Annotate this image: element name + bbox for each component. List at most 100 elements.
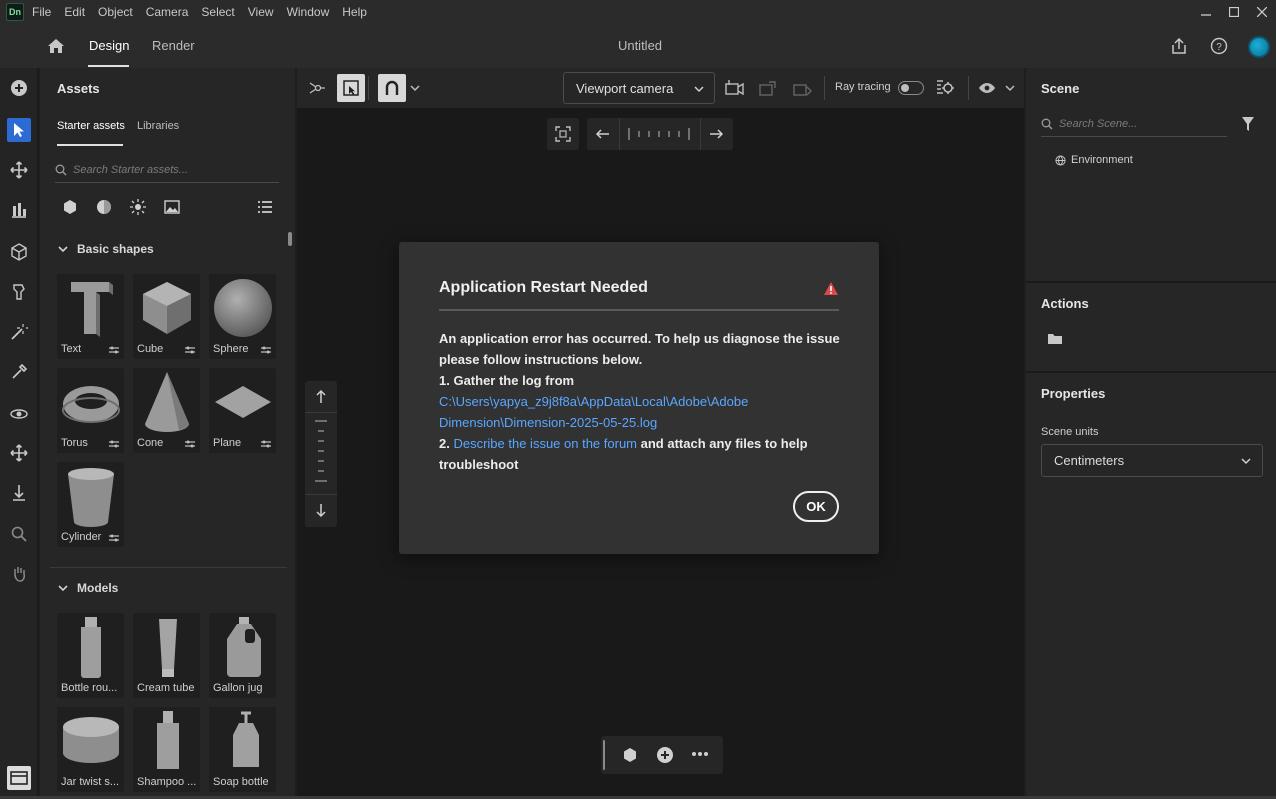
- scene-search-input[interactable]: Search Scene...: [1041, 111, 1227, 137]
- add-content-icon[interactable]: [7, 76, 31, 100]
- asset-options-icon[interactable]: [260, 345, 272, 355]
- tab-libraries[interactable]: Libraries: [137, 120, 179, 132]
- slider-divider: [305, 494, 337, 495]
- camera-rotate-slider[interactable]: [587, 118, 733, 150]
- help-icon[interactable]: ?: [1210, 37, 1228, 55]
- ok-button[interactable]: OK: [793, 491, 839, 522]
- share-icon[interactable]: [1170, 37, 1188, 55]
- avatar[interactable]: [1248, 36, 1270, 58]
- filter-images-icon[interactable]: [164, 199, 180, 218]
- zoom-icon[interactable]: [7, 522, 31, 546]
- menu-edit[interactable]: Edit: [64, 5, 85, 19]
- asset-options-icon[interactable]: [108, 439, 120, 449]
- asset-tile-bottle[interactable]: Bottle rou...: [57, 613, 124, 698]
- asset-tile-cube[interactable]: Cube: [133, 274, 200, 359]
- more-icon[interactable]: [691, 751, 709, 757]
- asset-tile-gallon-jug[interactable]: Gallon jug: [209, 613, 276, 698]
- undo-camera-icon[interactable]: [759, 78, 779, 98]
- asset-tile-soap-bottle[interactable]: Soap bottle: [209, 707, 276, 792]
- object-cube-icon[interactable]: [622, 747, 638, 763]
- forum-link[interactable]: Describe the issue on the forum: [453, 436, 637, 451]
- tab-design[interactable]: Design: [89, 38, 129, 53]
- magic-wand-icon[interactable]: [7, 320, 31, 344]
- asset-tile-cream-tube[interactable]: Cream tube: [133, 613, 200, 698]
- asset-label: Soap bottle: [213, 776, 269, 788]
- basic-shapes-label: Basic shapes: [77, 242, 154, 256]
- asset-options-icon[interactable]: [184, 439, 196, 449]
- home-icon[interactable]: [47, 37, 65, 55]
- arrow-right-icon[interactable]: [708, 126, 724, 142]
- asset-options-icon[interactable]: [108, 345, 120, 355]
- asset-tile-sphere[interactable]: Sphere: [209, 274, 276, 359]
- select-frame-icon[interactable]: [337, 74, 365, 102]
- minimize-icon[interactable]: [1192, 0, 1220, 24]
- asset-tile-text[interactable]: Text: [57, 274, 124, 359]
- add-icon[interactable]: [656, 746, 674, 764]
- filter-materials-icon[interactable]: [96, 199, 112, 218]
- log-path-link[interactable]: C:\Users\yapya_z9j8f8a\AppData\Local\Ado…: [439, 391, 849, 433]
- camera-height-slider[interactable]: [305, 381, 337, 527]
- hand-icon[interactable]: [7, 562, 31, 586]
- select-tool-icon[interactable]: [7, 118, 31, 142]
- menu-view[interactable]: View: [248, 5, 274, 19]
- close-icon[interactable]: [1248, 0, 1276, 24]
- asset-options-icon[interactable]: [108, 533, 120, 543]
- move-tool-icon[interactable]: [7, 158, 31, 182]
- asset-options-icon[interactable]: [184, 345, 196, 355]
- tab-render[interactable]: Render: [152, 38, 195, 53]
- menu-help[interactable]: Help: [342, 5, 367, 19]
- orbit-icon[interactable]: [7, 402, 31, 426]
- asset-tile-torus[interactable]: Torus: [57, 368, 124, 453]
- filter-icon[interactable]: [1241, 116, 1255, 132]
- assets-search-input[interactable]: Search Starter assets...: [55, 157, 279, 183]
- basic-shapes-header[interactable]: Basic shapes: [57, 242, 154, 256]
- scene-graph-icon[interactable]: [307, 78, 327, 98]
- properties-title: Properties: [1041, 386, 1106, 401]
- object-cube-icon[interactable]: [7, 240, 31, 264]
- asset-tile-cone[interactable]: Cone: [133, 368, 200, 453]
- arrow-up-icon[interactable]: [313, 389, 329, 405]
- camera-bookmark-icon[interactable]: [725, 78, 745, 98]
- tab-starter-assets[interactable]: Starter assets: [57, 120, 125, 132]
- snap-magnet-icon[interactable]: [378, 74, 406, 102]
- panel-toggle-icon[interactable]: [7, 766, 31, 790]
- asset-label: Gallon jug: [213, 682, 263, 694]
- toolbar-divider: [968, 76, 969, 100]
- asset-options-icon[interactable]: [260, 439, 272, 449]
- asset-tile-plane[interactable]: Plane: [209, 368, 276, 453]
- asset-tile-shampoo[interactable]: Shampoo ...: [133, 707, 200, 792]
- visibility-eye-icon[interactable]: [977, 78, 997, 98]
- arrow-down-icon[interactable]: [313, 502, 329, 518]
- filter-lights-icon[interactable]: [130, 199, 146, 218]
- frame-all-icon[interactable]: [547, 118, 579, 150]
- menu-window[interactable]: Window: [287, 5, 330, 19]
- menu-select[interactable]: Select: [201, 5, 234, 19]
- chevron-down-icon[interactable]: [1000, 78, 1020, 98]
- asset-tile-jar[interactable]: Jar twist s...: [57, 707, 124, 792]
- sample-material-icon[interactable]: [7, 280, 31, 304]
- menu-file[interactable]: File: [32, 5, 51, 19]
- camera-select-value: Viewport camera: [576, 80, 674, 96]
- asset-tile-cylinder[interactable]: Cylinder: [57, 462, 124, 547]
- render-settings-icon[interactable]: [935, 78, 955, 98]
- chevron-down-icon[interactable]: [405, 78, 425, 98]
- ray-tracing-toggle[interactable]: [898, 81, 924, 95]
- dolly-icon[interactable]: [7, 481, 31, 505]
- camera-select[interactable]: Viewport camera: [563, 72, 715, 104]
- drag-handle[interactable]: [603, 740, 605, 770]
- list-view-icon[interactable]: [257, 199, 273, 218]
- pan-icon[interactable]: [7, 441, 31, 465]
- redo-camera-icon[interactable]: [793, 78, 813, 98]
- menu-camera[interactable]: Camera: [146, 5, 189, 19]
- maximize-icon[interactable]: [1220, 0, 1248, 24]
- folder-icon[interactable]: [1047, 332, 1063, 345]
- menu-object[interactable]: Object: [98, 5, 133, 19]
- scene-item-environment[interactable]: Environment: [1055, 154, 1133, 166]
- filter-models-icon[interactable]: [62, 199, 78, 218]
- eyedropper-icon[interactable]: [7, 360, 31, 384]
- models-header[interactable]: Models: [57, 581, 118, 595]
- assets-scrollbar-thumb[interactable]: [288, 232, 292, 246]
- scene-units-select[interactable]: Centimeters: [1041, 444, 1263, 477]
- align-distribute-icon[interactable]: [7, 198, 31, 222]
- arrow-left-icon[interactable]: [595, 126, 611, 142]
